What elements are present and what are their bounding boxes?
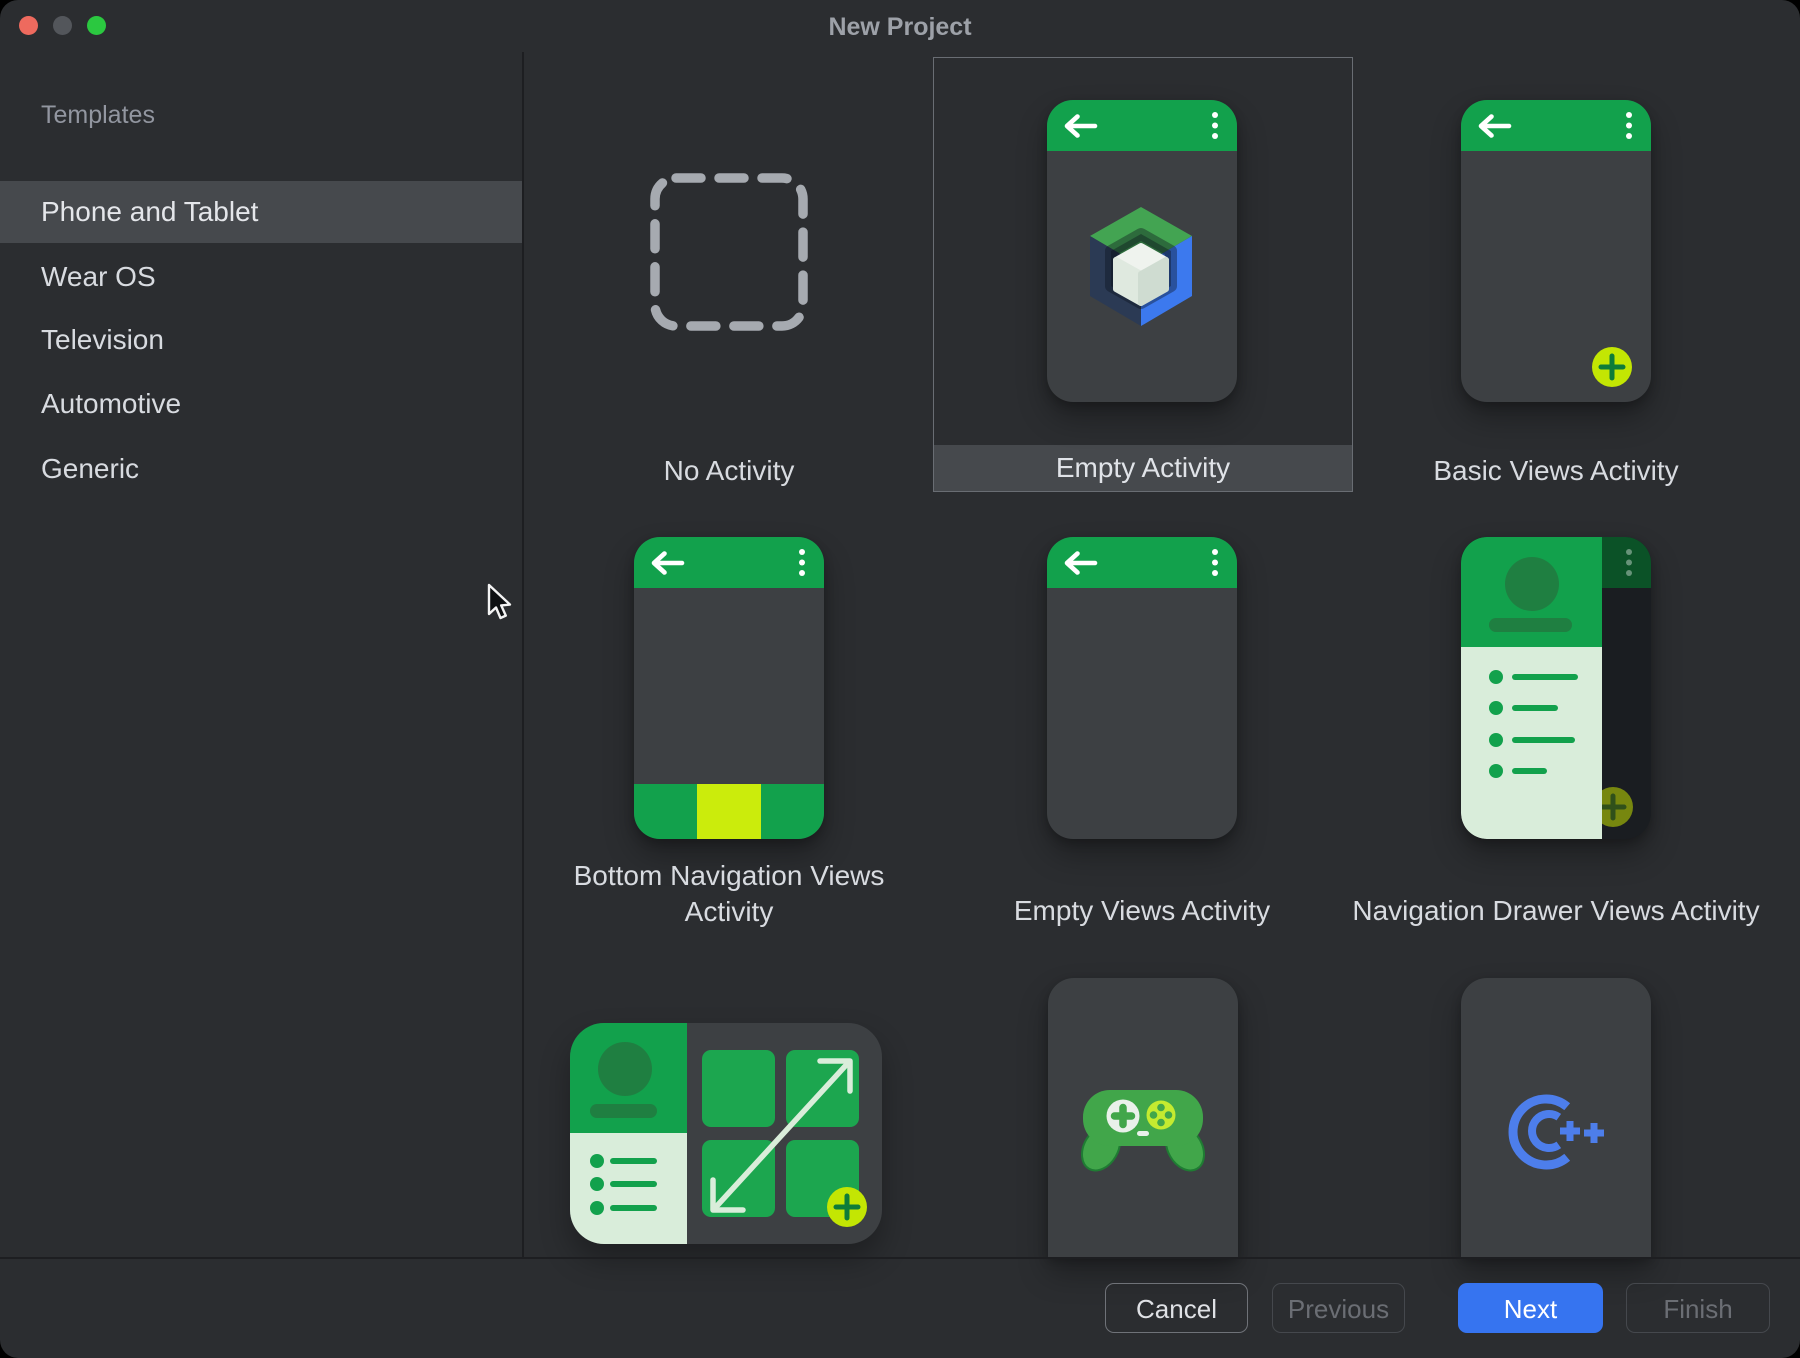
previous-button[interactable]: Previous bbox=[1272, 1283, 1405, 1333]
back-arrow-icon bbox=[1476, 113, 1512, 139]
cpp-logo-icon bbox=[1481, 1071, 1631, 1191]
template-label-navigation-drawer-views-activity: Navigation Drawer Views Activity bbox=[1336, 895, 1776, 927]
gamepad-icon bbox=[1077, 1088, 1209, 1178]
native-cpp-phone-preview bbox=[1461, 978, 1651, 1257]
tablet-drawer-header bbox=[570, 1023, 687, 1133]
mouse-cursor bbox=[487, 583, 515, 623]
phone-appbar bbox=[1047, 100, 1237, 151]
sidebar-item-television[interactable]: Television bbox=[0, 309, 522, 371]
nav-drawer-panel bbox=[1461, 537, 1602, 839]
empty-activity-phone-preview bbox=[1047, 100, 1237, 402]
fab-plus-icon bbox=[827, 1187, 867, 1227]
nav-drawer-phone-preview bbox=[1461, 537, 1651, 839]
bottom-nav-segment-selected bbox=[697, 784, 761, 839]
sidebar-item-phone-and-tablet[interactable]: Phone and Tablet bbox=[0, 181, 522, 243]
dashed-frame-icon bbox=[649, 172, 809, 332]
drawer-header bbox=[1461, 537, 1602, 647]
next-button[interactable]: Next bbox=[1458, 1283, 1603, 1333]
fab-plus-icon bbox=[1592, 347, 1632, 387]
window-title: New Project bbox=[0, 0, 1800, 52]
cancel-button[interactable]: Cancel bbox=[1105, 1283, 1248, 1333]
avatar bbox=[1505, 557, 1559, 611]
new-project-dialog: New Project Templates Phone and Tablet W… bbox=[0, 0, 1800, 1358]
bottom-nav-phone-preview bbox=[634, 537, 824, 839]
back-arrow-icon bbox=[1062, 113, 1098, 139]
basic-views-phone-preview bbox=[1461, 100, 1651, 402]
back-arrow-icon bbox=[1062, 550, 1098, 576]
bottom-nav-segment bbox=[761, 784, 824, 839]
finish-button[interactable]: Finish bbox=[1626, 1283, 1770, 1333]
tablet-name-placeholder bbox=[590, 1104, 657, 1118]
drawer-name-placeholder bbox=[1489, 618, 1572, 632]
drawer-menu bbox=[1461, 647, 1602, 839]
tablet-drawer-menu bbox=[570, 1133, 687, 1244]
template-tile-primary-detail[interactable] bbox=[570, 1023, 882, 1244]
template-label-no-activity: No Activity bbox=[529, 455, 929, 487]
jetpack-compose-logo bbox=[1085, 206, 1197, 328]
empty-views-phone-preview bbox=[1047, 537, 1237, 839]
sidebar-divider bbox=[522, 52, 524, 1257]
game-activity-phone-preview bbox=[1048, 978, 1238, 1257]
sidebar-item-generic[interactable]: Generic bbox=[0, 438, 522, 500]
sidebar-header: Templates bbox=[41, 96, 155, 134]
phone-appbar bbox=[1461, 100, 1651, 151]
phone-appbar bbox=[634, 537, 824, 588]
kebab-menu-icon bbox=[1211, 548, 1219, 578]
template-label-empty-activity: Empty Activity bbox=[934, 445, 1352, 491]
template-label-bottom-navigation-views-activity: Bottom Navigation Views Activity bbox=[549, 858, 909, 930]
bottom-nav-segment bbox=[634, 784, 697, 839]
kebab-menu-icon bbox=[1625, 548, 1633, 578]
titlebar: New Project bbox=[0, 0, 1800, 52]
kebab-menu-icon bbox=[1625, 111, 1633, 141]
sidebar-item-wear-os[interactable]: Wear OS bbox=[0, 246, 522, 308]
phone-appbar bbox=[1047, 537, 1237, 588]
kebab-menu-icon bbox=[798, 548, 806, 578]
avatar bbox=[598, 1042, 652, 1096]
back-arrow-icon bbox=[649, 550, 685, 576]
footer-divider bbox=[0, 1257, 1800, 1259]
kebab-menu-icon bbox=[1211, 111, 1219, 141]
sidebar-item-automotive[interactable]: Automotive bbox=[0, 373, 522, 435]
template-label-empty-views-activity: Empty Views Activity bbox=[942, 895, 1342, 927]
template-label-basic-views-activity: Basic Views Activity bbox=[1356, 455, 1756, 487]
